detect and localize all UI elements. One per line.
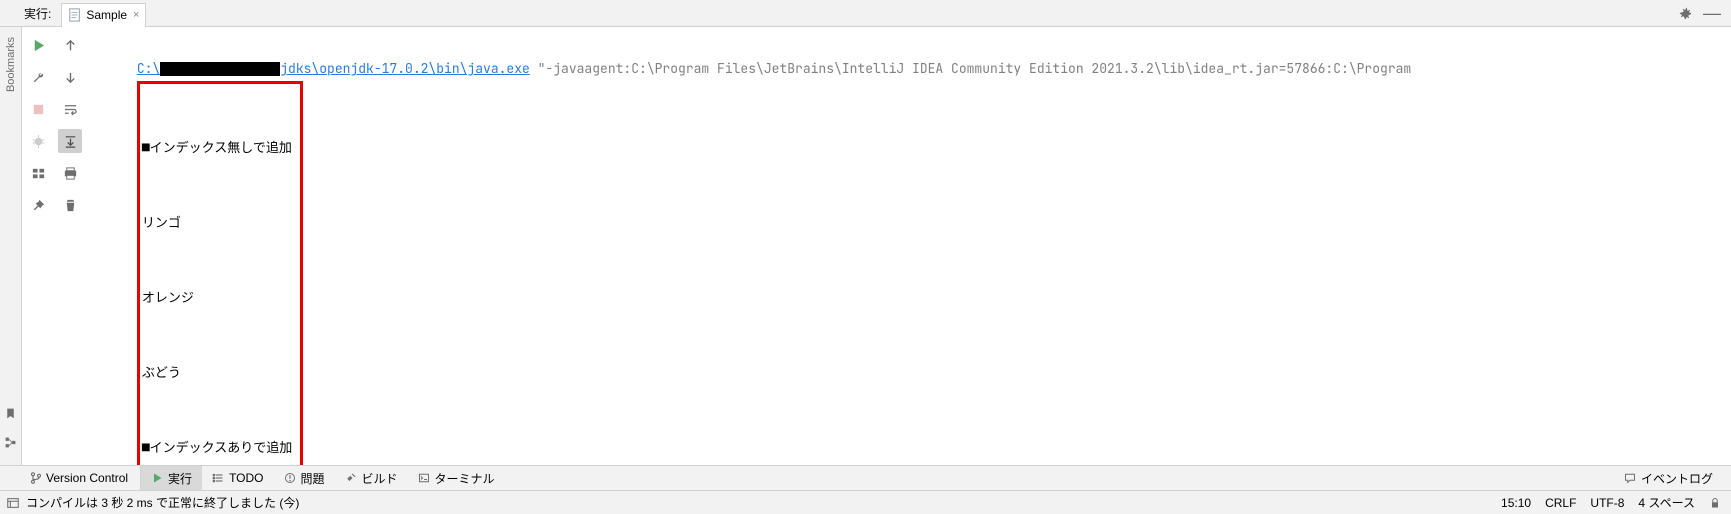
run-label: 実行: — [24, 5, 51, 22]
debug-icon — [26, 129, 50, 153]
run-config-tab[interactable]: Sample × — [61, 3, 146, 27]
terminal-icon — [418, 472, 430, 484]
tool-event-log[interactable]: イベントログ — [1620, 470, 1717, 487]
bookmark-icon[interactable] — [4, 407, 17, 420]
stop-button — [26, 97, 50, 121]
output-line: オレンジ — [142, 285, 292, 310]
close-icon[interactable]: × — [133, 9, 139, 21]
structure-icon[interactable] — [4, 436, 17, 449]
warning-icon — [284, 472, 296, 484]
run-left-toolbar — [22, 27, 54, 465]
tool-version-control[interactable]: Version Control — [0, 466, 141, 490]
play-icon — [151, 472, 163, 484]
output-highlight-box: ■インデックス無しで追加 リンゴ オレンジ ぶどう ■インデックスありで追加 リ… — [137, 81, 303, 465]
scroll-to-end-icon[interactable] — [58, 129, 82, 153]
wrench-icon[interactable] — [26, 65, 50, 89]
clear-icon[interactable] — [58, 193, 82, 217]
run-tool-window-header: 実行: Sample × — — [0, 0, 1731, 27]
branch-icon — [30, 472, 42, 484]
console-output[interactable]: C:\jdks\openjdk-17.0.2\bin\java.exe "-ja… — [86, 27, 1731, 465]
output-line: ■インデックス無しで追加 — [142, 135, 292, 160]
status-encoding[interactable]: UTF-8 — [1590, 496, 1624, 510]
tool-todo[interactable]: TODO — [202, 466, 273, 490]
status-indent[interactable]: 4 スペース — [1638, 494, 1695, 511]
status-time[interactable]: 15:10 — [1501, 496, 1531, 510]
output-line: ぶどう — [142, 360, 292, 385]
command-line: C:\jdks\openjdk-17.0.2\bin\java.exe "-ja… — [137, 60, 1411, 77]
print-icon[interactable] — [58, 161, 82, 185]
window-icon[interactable] — [6, 496, 20, 510]
java-path-link[interactable]: C:\jdks\openjdk-17.0.2\bin\java.exe — [137, 60, 530, 77]
lock-icon[interactable] — [1709, 497, 1721, 509]
hammer-icon — [345, 472, 357, 484]
main-area: Bookmarks C:\jdks\openjdk-17.0.2\bin\jav… — [0, 27, 1731, 465]
redacted-path — [160, 62, 280, 76]
tab-label: Sample — [86, 8, 127, 22]
tool-terminal[interactable]: ターミナル — [408, 466, 505, 490]
tool-build[interactable]: ビルド — [335, 466, 408, 490]
soft-wrap-icon[interactable] — [58, 97, 82, 121]
status-message: コンパイルは 3 秒 2 ms で正常に終了しました (今) — [26, 494, 299, 511]
status-bar: コンパイルは 3 秒 2 ms で正常に終了しました (今) 15:10 CRL… — [0, 490, 1731, 514]
layout-icon[interactable] — [26, 161, 50, 185]
console-toolbar — [54, 27, 86, 465]
file-icon — [68, 8, 82, 22]
speech-icon — [1624, 472, 1636, 484]
output-line: リンゴ — [142, 210, 292, 235]
tool-run[interactable]: 実行 — [141, 466, 202, 490]
tool-problems[interactable]: 問題 — [274, 466, 335, 490]
rerun-button[interactable] — [26, 33, 50, 57]
list-icon — [212, 472, 224, 484]
sidebar-bookmarks[interactable]: Bookmarks — [5, 37, 17, 92]
status-line-separator[interactable]: CRLF — [1545, 496, 1576, 510]
output-line: ■インデックスありで追加 — [142, 435, 292, 460]
bottom-tool-stripe: Version Control 実行 TODO 問題 ビルド ターミナル イベン… — [0, 465, 1731, 490]
minimize-icon[interactable]: — — [1703, 8, 1721, 18]
left-tool-stripe: Bookmarks — [0, 27, 22, 465]
pin-icon[interactable] — [26, 193, 50, 217]
gear-icon[interactable] — [1678, 6, 1693, 21]
up-arrow-icon[interactable] — [58, 33, 82, 57]
down-arrow-icon[interactable] — [58, 65, 82, 89]
